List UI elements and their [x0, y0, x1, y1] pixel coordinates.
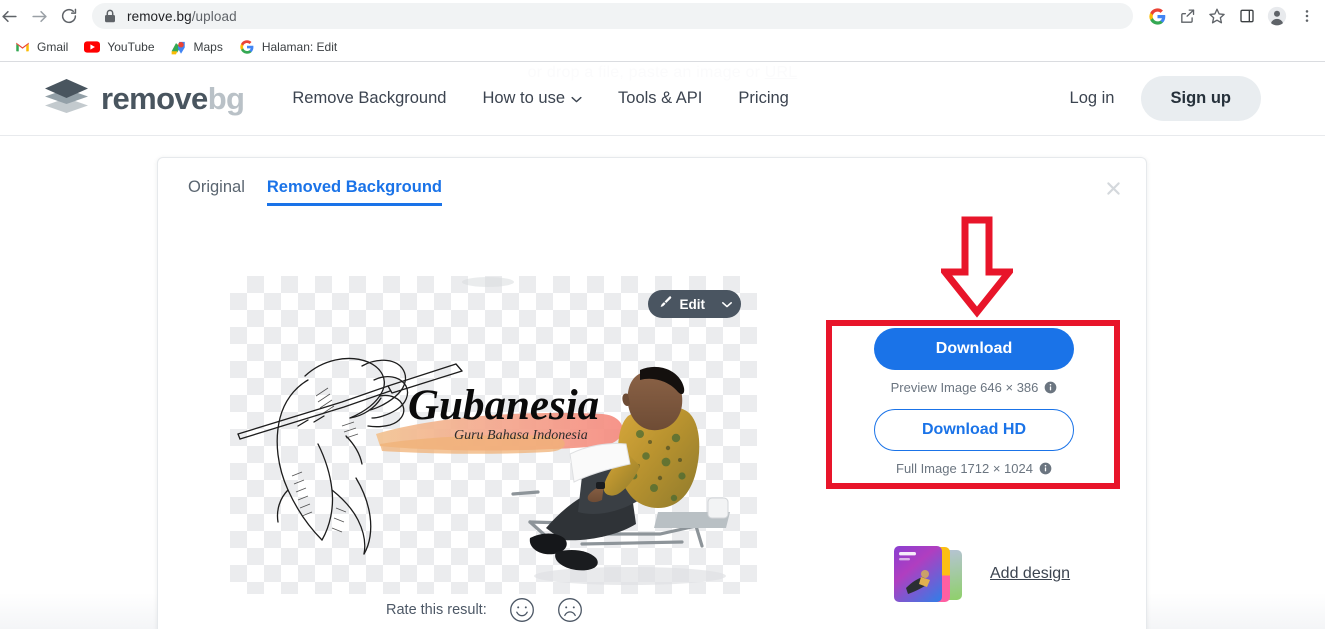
google-g-icon: [239, 39, 255, 55]
layers-diamond-icon: [44, 77, 89, 120]
youtube-icon: [84, 39, 101, 55]
happy-face-icon[interactable]: [509, 597, 535, 623]
omnibox-url-text: remove.bg/upload: [127, 9, 237, 24]
site-header: removebg Remove Background How to use To…: [0, 62, 1325, 135]
bookmark-halaman-edit[interactable]: Halaman: Edit: [231, 36, 345, 58]
header-divider: [0, 135, 1325, 136]
browser-chrome: remove.bg/upload Gmail YouTube Maps Hala…: [0, 0, 1325, 62]
bookmark-label: YouTube: [107, 40, 155, 54]
more-menu-icon[interactable]: [1293, 2, 1321, 30]
brand-logo[interactable]: removebg: [44, 77, 245, 120]
browser-toolbar: remove.bg/upload: [0, 0, 1325, 32]
nav-item-pricing[interactable]: Pricing: [720, 81, 806, 116]
toolbar-actions: [1143, 2, 1325, 30]
download-button[interactable]: Download: [874, 328, 1074, 370]
lock-icon: [104, 9, 116, 23]
nav-label: Remove Background: [292, 89, 447, 107]
nav-item-remove-background[interactable]: Remove Background: [274, 81, 464, 116]
rating-label: Rate this result:: [386, 602, 487, 618]
bookmark-label: Halaman: Edit: [261, 40, 338, 54]
chevron-down-icon[interactable]: [722, 301, 732, 308]
gmail-icon: [14, 39, 30, 55]
rating-row: Rate this result:: [386, 597, 583, 623]
svg-text:Gubanesia: Gubanesia: [408, 382, 599, 429]
red-down-arrow-annotation: [937, 216, 1017, 318]
add-design-row[interactable]: Add design: [894, 546, 1070, 602]
bookmark-label: Maps: [193, 40, 223, 54]
main-navigation: Remove Background How to use Tools & API…: [274, 81, 806, 116]
share-icon[interactable]: [1173, 2, 1201, 30]
brand-part-bg: bg: [207, 80, 245, 116]
login-link[interactable]: Log in: [1070, 89, 1115, 108]
bookmark-maps[interactable]: Maps: [163, 36, 231, 58]
preview-size-note: Preview Image 646 × 386: [891, 380, 1058, 395]
nav-label: How to use: [482, 89, 566, 107]
design-cards-icon: [894, 546, 974, 602]
back-arrow-icon[interactable]: [0, 1, 24, 31]
omnibox[interactable]: remove.bg/upload: [92, 3, 1133, 29]
chevron-down-icon: [571, 89, 582, 108]
info-icon[interactable]: [1039, 462, 1052, 475]
info-icon[interactable]: [1044, 381, 1057, 394]
nav-label: Tools & API: [618, 89, 703, 107]
download-hd-button[interactable]: Download HD: [874, 409, 1074, 451]
maps-icon: [171, 39, 187, 55]
nav-item-tools-api[interactable]: Tools & API: [600, 81, 720, 116]
brand-part-remove: remove: [101, 80, 208, 116]
reload-icon[interactable]: [54, 1, 84, 31]
side-panel-icon[interactable]: [1233, 2, 1261, 30]
full-size-text: Full Image 1712 × 1024: [896, 461, 1033, 476]
tab-removed-background[interactable]: Removed Background: [266, 178, 442, 206]
url-path: /upload: [191, 8, 237, 24]
design-thumb-1: [894, 546, 942, 602]
add-design-link[interactable]: Add design: [990, 565, 1070, 583]
nav-item-how-to-use[interactable]: How to use: [464, 81, 600, 116]
bookmarks-bar: Gmail YouTube Maps Halaman: Edit: [0, 34, 1325, 60]
page-content: or drop a file, paste an image or URL re…: [0, 62, 1325, 629]
result-tabs: Original Removed Background: [188, 178, 442, 206]
full-size-note: Full Image 1712 × 1024: [896, 461, 1052, 476]
svg-text:Guru Bahasa Indonesia: Guru Bahasa Indonesia: [454, 428, 588, 443]
profile-avatar-icon[interactable]: [1263, 2, 1291, 30]
signup-button[interactable]: Sign up: [1140, 76, 1261, 121]
google-icon[interactable]: [1143, 2, 1171, 30]
result-artwork: Gubanesia Guru Bahasa Indonesia: [237, 277, 730, 585]
forward-arrow-icon[interactable]: [24, 1, 54, 31]
download-panel: Download Preview Image 646 × 386 Downloa…: [874, 328, 1074, 476]
bookmark-youtube[interactable]: YouTube: [76, 36, 162, 58]
preview-size-text: Preview Image 646 × 386: [890, 380, 1039, 395]
edit-button[interactable]: Edit: [647, 290, 741, 318]
bookmark-star-icon[interactable]: [1203, 2, 1231, 30]
nav-label: Pricing: [738, 89, 789, 107]
close-icon[interactable]: [1100, 175, 1126, 201]
sad-face-icon[interactable]: [557, 597, 583, 623]
image-preview[interactable]: Gubanesia Guru Bahasa Indonesia Edit: [230, 276, 757, 594]
auth-area: Log in Sign up: [1070, 76, 1261, 121]
bookmark-gmail[interactable]: Gmail: [6, 36, 76, 58]
edit-label: Edit: [679, 296, 706, 312]
bookmark-label: Gmail: [37, 40, 69, 54]
url-domain: remove.bg: [127, 8, 192, 24]
brand-wordmark: removebg: [101, 80, 245, 117]
brush-icon: [659, 295, 673, 314]
tab-original[interactable]: Original: [188, 178, 245, 206]
